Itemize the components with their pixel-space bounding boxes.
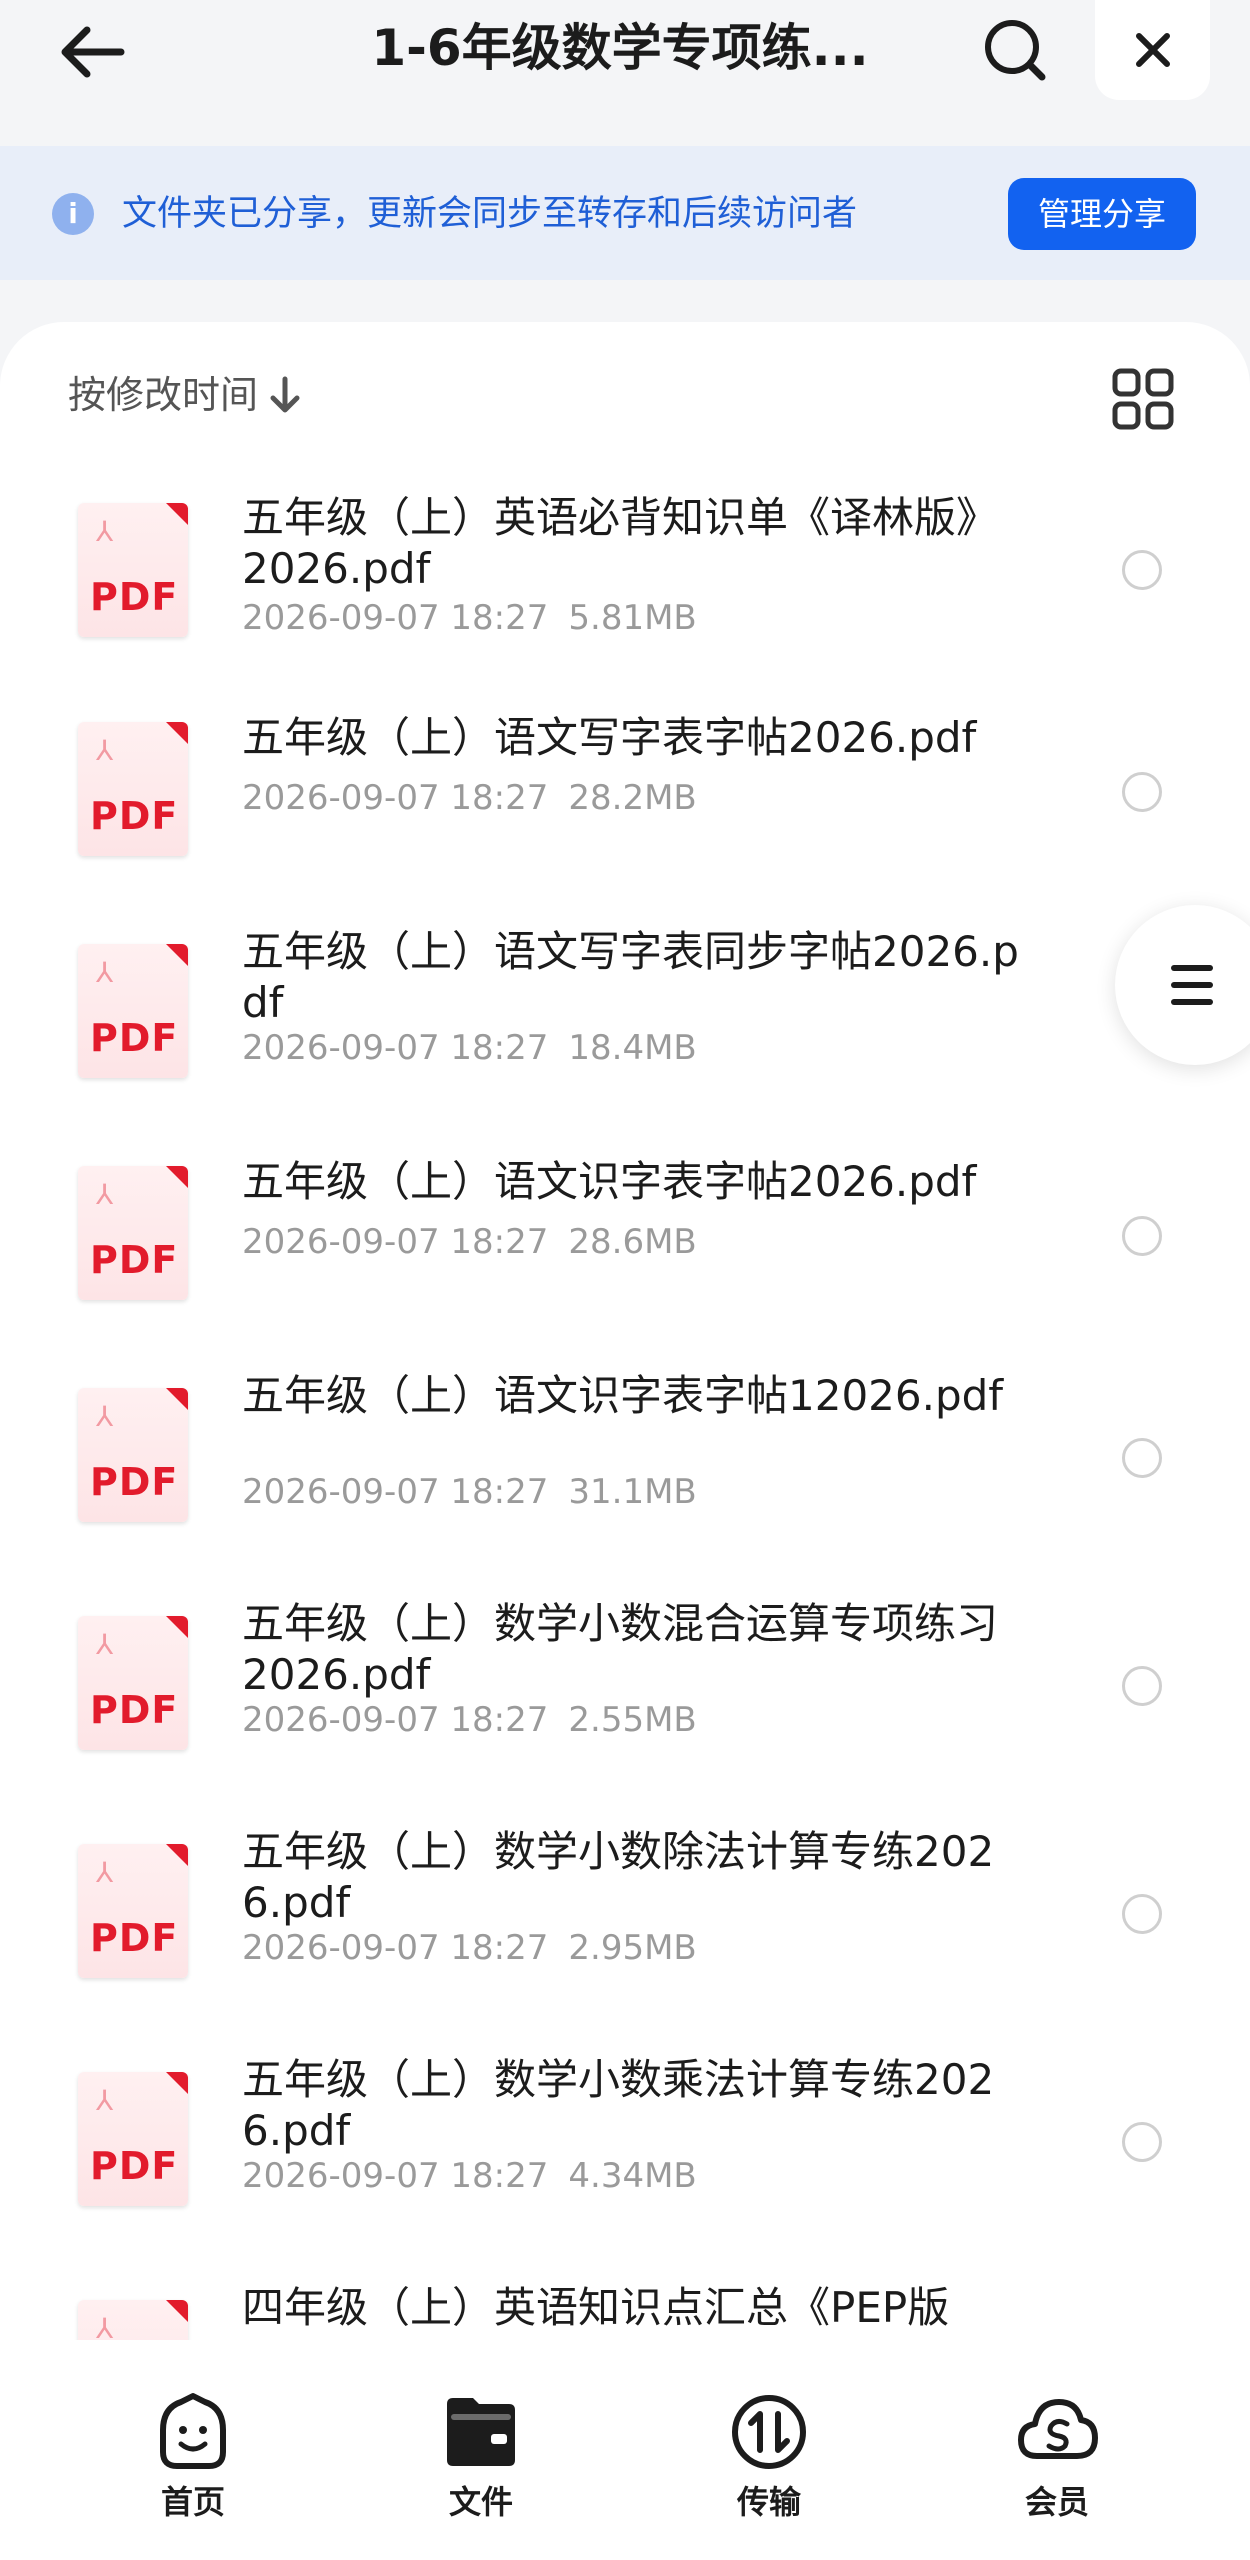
select-radio[interactable] bbox=[1122, 1216, 1162, 1256]
file-date: 2026-09-07 18:27 bbox=[242, 1928, 549, 1968]
file-row[interactable]: ⅄ PDF 五年级（上）英语必背知识单《译林版》2026.pdf 2026-09… bbox=[0, 482, 1250, 702]
file-date: 2026-09-07 18:27 bbox=[242, 1700, 549, 1740]
file-browser-screen: 1-6年级数学专项练... i 文件夹已分享，更新会同步至转存和后续访问者 管理… bbox=[0, 0, 1250, 2560]
nav-item-transfer[interactable]: 传输 bbox=[689, 2390, 849, 2522]
file-name: 五年级（上）数学小数除法计算专练2026.pdf bbox=[242, 1827, 995, 1927]
select-radio[interactable] bbox=[1122, 1666, 1162, 1706]
file-meta: 2026-09-07 18:27 2.95MB bbox=[242, 1924, 697, 1972]
file-meta: 2026-09-07 18:27 5.81MB bbox=[242, 594, 697, 642]
file-size: 4.34MB bbox=[568, 2156, 697, 2196]
file-name: 五年级（上）语文写字表字帖2026.pdf bbox=[242, 713, 977, 762]
nav-label: 传输 bbox=[736, 2483, 801, 2521]
pdf-file-icon: ⅄ PDF bbox=[78, 722, 188, 856]
bottom-nav: 首页 文件 传输 会员 bbox=[0, 2340, 1250, 2560]
file-size: 28.2MB bbox=[568, 778, 697, 818]
file-row[interactable]: ⅄ PDF 五年级（上）语文写字表同步字帖2026.pdf 2026-09-07… bbox=[0, 926, 1250, 1146]
grid-icon bbox=[1112, 368, 1174, 430]
top-bar: 1-6年级数学专项练... bbox=[0, 0, 1250, 145]
nav-item-files[interactable]: 文件 bbox=[401, 2390, 561, 2522]
file-meta: 2026-09-07 18:27 2.55MB bbox=[242, 1696, 697, 1744]
transfer-icon bbox=[732, 2395, 806, 2469]
nav-label: 首页 bbox=[160, 2483, 225, 2521]
file-name: 五年级（上）数学小数乘法计算专练2026.pdf bbox=[242, 2055, 995, 2155]
file-size: 5.81MB bbox=[568, 598, 697, 638]
file-size: 18.4MB bbox=[568, 1028, 697, 1068]
file-size: 31.1MB bbox=[568, 1472, 697, 1512]
file-row[interactable]: ⅄ PDF 五年级（上）语文识字表字帖12026.pdf 2026-09-07 … bbox=[0, 1370, 1250, 1590]
select-radio[interactable] bbox=[1122, 1438, 1162, 1478]
menu-icon bbox=[1171, 965, 1213, 1005]
file-row[interactable]: ⅄ PDF 五年级（上）数学小数乘法计算专练2026.pdf 2026-09-0… bbox=[0, 2054, 1250, 2274]
file-size: 28.6MB bbox=[568, 1222, 697, 1262]
file-row[interactable]: ⅄ PDF 五年级（上）语文写字表字帖2026.pdf 2026-09-07 1… bbox=[0, 704, 1250, 924]
arrow-down-icon bbox=[270, 376, 300, 413]
pdf-file-icon: ⅄ PDF bbox=[78, 1388, 188, 1522]
select-radio[interactable] bbox=[1122, 1894, 1162, 1934]
file-meta: 2026-09-07 18:27 18.4MB bbox=[242, 1024, 697, 1072]
nav-label: 文件 bbox=[448, 2483, 513, 2521]
file-list-panel: 按修改时间 ⅄ PDF 五年级（上）英语必背知识单《译林版》2026.pdf 2… bbox=[0, 322, 1250, 2560]
home-smile-icon bbox=[160, 2393, 226, 2469]
close-icon bbox=[1135, 33, 1170, 67]
file-name: 五年级（上）英语必背知识单《译林版》2026.pdf bbox=[242, 493, 999, 593]
file-date: 2026-09-07 18:27 bbox=[242, 2156, 549, 2196]
file-date: 2026-09-07 18:27 bbox=[242, 1222, 549, 1262]
vip-cloud-icon bbox=[1018, 2399, 1098, 2459]
nav-label: 会员 bbox=[1024, 2483, 1089, 2521]
file-date: 2026-09-07 18:27 bbox=[242, 598, 549, 638]
file-name: 五年级（上）数学小数混合运算专项练习2026.pdf bbox=[242, 1599, 999, 1699]
file-row[interactable]: ⅄ PDF 五年级（上）语文识字表字帖2026.pdf 2026-09-07 1… bbox=[0, 1148, 1250, 1368]
file-name: 五年级（上）语文写字表同步字帖2026.pdf bbox=[242, 927, 1019, 1027]
file-name: 五年级（上）语文识字表字帖2026.pdf bbox=[242, 1157, 977, 1206]
share-notice-banner: i 文件夹已分享，更新会同步至转存和后续访问者 管理分享 bbox=[0, 146, 1250, 280]
file-name: 五年级（上）语文识字表字帖12026.pdf bbox=[242, 1371, 1004, 1420]
pdf-file-icon: ⅄ PDF bbox=[78, 944, 188, 1078]
file-size: 2.55MB bbox=[568, 1700, 697, 1740]
pdf-file-icon: ⅄ PDF bbox=[78, 1166, 188, 1300]
share-notice-text: 文件夹已分享，更新会同步至转存和后续访问者 bbox=[122, 194, 858, 234]
arrow-left-icon bbox=[61, 26, 125, 78]
sort-label: 按修改时间 bbox=[68, 373, 259, 417]
file-meta: 2026-09-07 18:27 31.1MB bbox=[242, 1468, 697, 1516]
file-date: 2026-09-07 18:27 bbox=[242, 778, 549, 818]
select-radio[interactable] bbox=[1122, 2122, 1162, 2162]
page-title: 1-6年级数学专项练... bbox=[371, 19, 869, 77]
search-button[interactable] bbox=[975, 10, 1055, 90]
pdf-file-icon: ⅄ PDF bbox=[78, 2072, 188, 2206]
file-row[interactable]: ⅄ PDF 五年级（上）数学小数混合运算专项练习2026.pdf 2026-09… bbox=[0, 1598, 1250, 1818]
nav-item-home[interactable]: 首页 bbox=[113, 2390, 273, 2522]
file-date: 2026-09-07 18:27 bbox=[242, 1472, 549, 1512]
nav-item-vip[interactable]: 会员 bbox=[977, 2390, 1137, 2522]
pdf-file-icon: ⅄ PDF bbox=[78, 503, 188, 637]
info-icon: i bbox=[52, 193, 94, 235]
select-radio[interactable] bbox=[1122, 550, 1162, 590]
file-meta: 2026-09-07 18:27 28.6MB bbox=[242, 1218, 697, 1266]
manage-share-button[interactable]: 管理分享 bbox=[1008, 178, 1196, 250]
file-date: 2026-09-07 18:27 bbox=[242, 1028, 549, 1068]
select-radio[interactable] bbox=[1122, 772, 1162, 812]
search-icon bbox=[985, 20, 1046, 81]
grid-view-toggle[interactable] bbox=[1110, 366, 1176, 432]
file-name: 四年级（上）英语知识点汇总《PEP版 bbox=[242, 2283, 950, 2332]
file-row[interactable]: ⅄ PDF 五年级（上）数学小数除法计算专练2026.pdf 2026-09-0… bbox=[0, 1826, 1250, 2046]
file-size: 2.95MB bbox=[568, 1928, 697, 1968]
close-button[interactable] bbox=[1095, 0, 1210, 100]
file-meta: 2026-09-07 18:27 28.2MB bbox=[242, 774, 697, 822]
back-button[interactable] bbox=[52, 12, 132, 92]
pdf-file-icon: ⅄ PDF bbox=[78, 1616, 188, 1750]
pdf-file-icon: ⅄ PDF bbox=[78, 1844, 188, 1978]
sort-selector[interactable]: 按修改时间 bbox=[68, 365, 302, 425]
file-meta: 2026-09-07 18:27 4.34MB bbox=[242, 2152, 697, 2200]
folder-icon bbox=[447, 2398, 515, 2466]
